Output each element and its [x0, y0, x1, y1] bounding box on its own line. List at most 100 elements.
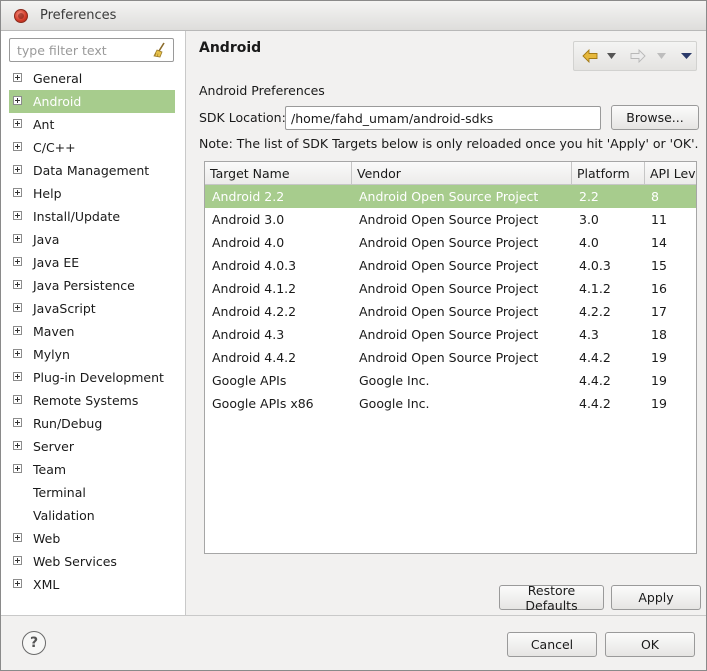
- tree-item-label: General: [33, 71, 83, 86]
- apply-button[interactable]: Apply: [611, 585, 701, 610]
- expand-icon[interactable]: [13, 165, 22, 174]
- expand-icon[interactable]: [13, 280, 22, 289]
- table-cell: Android 3.0: [212, 212, 285, 227]
- table-row[interactable]: Google APIs Google Inc. 4.4.2 19: [205, 369, 696, 392]
- tree-item[interactable]: C/C++: [1, 136, 185, 159]
- table-cell: Android Open Source Project: [359, 350, 539, 365]
- table-cell: 18: [651, 327, 667, 342]
- tree-item[interactable]: Terminal: [1, 481, 185, 504]
- expand-icon[interactable]: [13, 556, 22, 565]
- table-cell: 19: [651, 350, 667, 365]
- restore-defaults-button[interactable]: Restore Defaults: [499, 583, 604, 613]
- back-menu-icon[interactable]: [604, 42, 618, 70]
- column-header-platform[interactable]: Platform: [572, 162, 645, 185]
- table-cell: 2.2: [579, 189, 599, 204]
- tree-item[interactable]: Team: [1, 458, 185, 481]
- sdk-location-input[interactable]: [285, 106, 601, 130]
- expand-icon[interactable]: [13, 579, 22, 588]
- tree-item[interactable]: Maven: [1, 320, 185, 343]
- filter-input[interactable]: [15, 41, 145, 59]
- tree-item-label: Terminal: [33, 485, 86, 500]
- expand-icon[interactable]: [13, 349, 22, 358]
- expand-icon[interactable]: [13, 257, 22, 266]
- tree-item-label: Help: [33, 186, 62, 201]
- expand-icon[interactable]: [13, 395, 22, 404]
- expand-icon[interactable]: [13, 96, 22, 105]
- expand-icon[interactable]: [13, 73, 22, 82]
- tree-item-label: Java EE: [33, 255, 80, 270]
- tree-item-label: Maven: [33, 324, 75, 339]
- table-cell: 17: [651, 304, 667, 319]
- expand-icon[interactable]: [13, 372, 22, 381]
- table-cell: Android 4.2.2: [212, 304, 297, 319]
- back-arrow-icon[interactable]: [580, 42, 600, 70]
- table-cell: 4.4.2: [579, 373, 611, 388]
- view-menu-icon[interactable]: [678, 42, 694, 70]
- tree-item[interactable]: Validation: [1, 504, 185, 527]
- tree-item[interactable]: XML: [1, 573, 185, 596]
- table-row[interactable]: Android 4.0.3 Android Open Source Project…: [205, 254, 696, 277]
- filter-field[interactable]: [9, 38, 174, 62]
- expand-icon[interactable]: [13, 533, 22, 542]
- tree-item-label: Java: [33, 232, 60, 247]
- tree-item-label: XML: [33, 577, 60, 592]
- tree-item[interactable]: Remote Systems: [1, 389, 185, 412]
- expand-icon[interactable]: [13, 142, 22, 151]
- forward-menu-icon: [654, 42, 668, 70]
- tree-item[interactable]: Java: [1, 228, 185, 251]
- column-header-target-name[interactable]: Target Name: [205, 162, 352, 185]
- expand-icon[interactable]: [13, 418, 22, 427]
- close-icon[interactable]: [14, 8, 28, 23]
- tree-item[interactable]: Mylyn: [1, 343, 185, 366]
- tree-item[interactable]: Java Persistence: [1, 274, 185, 297]
- footer-divider: [1, 615, 706, 616]
- tree-item[interactable]: Data Management: [1, 159, 185, 182]
- expand-icon[interactable]: [13, 441, 22, 450]
- table-row[interactable]: Android 4.1.2 Android Open Source Project…: [205, 277, 696, 300]
- tree-item[interactable]: General: [1, 67, 185, 90]
- tree-item[interactable]: Run/Debug: [1, 412, 185, 435]
- tree-item[interactable]: Java EE: [1, 251, 185, 274]
- broom-icon[interactable]: [152, 42, 168, 58]
- table-cell: Google Inc.: [359, 373, 430, 388]
- tree-item[interactable]: Help: [1, 182, 185, 205]
- table-row[interactable]: Android 2.2 Android Open Source Project 2.…: [205, 185, 696, 208]
- tree-item[interactable]: Plug-in Development: [1, 366, 185, 389]
- table-cell: 4.0.3: [579, 258, 611, 273]
- tree-item[interactable]: JavaScript: [1, 297, 185, 320]
- table-cell: 4.1.2: [579, 281, 611, 296]
- expand-icon[interactable]: [13, 188, 22, 197]
- table-row[interactable]: Android 4.2.2 Android Open Source Project…: [205, 300, 696, 323]
- tree-item-label: Android: [33, 94, 82, 109]
- table-row[interactable]: Android 4.0 Android Open Source Project 4.…: [205, 231, 696, 254]
- expand-icon[interactable]: [13, 211, 22, 220]
- browse-button[interactable]: Browse...: [611, 105, 699, 130]
- column-header-vendor[interactable]: Vendor: [352, 162, 572, 185]
- expand-icon[interactable]: [13, 303, 22, 312]
- expand-icon[interactable]: [13, 119, 22, 128]
- help-icon[interactable]: ?: [22, 631, 46, 655]
- table-cell: Android 4.4.2: [212, 350, 297, 365]
- tree-item-label: Remote Systems: [33, 393, 139, 408]
- tree-item[interactable]: Install/Update: [1, 205, 185, 228]
- tree-item-label: Server: [33, 439, 74, 454]
- expand-icon[interactable]: [13, 326, 22, 335]
- ok-button[interactable]: OK: [605, 632, 695, 657]
- table-cell: 4.0: [579, 235, 599, 250]
- expand-icon[interactable]: [13, 464, 22, 473]
- tree-item[interactable]: Web Services: [1, 550, 185, 573]
- tree-item[interactable]: Ant: [1, 113, 185, 136]
- table-cell: Android Open Source Project: [359, 235, 539, 250]
- table-row[interactable]: Google APIs x86 Google Inc. 4.4.2 19: [205, 392, 696, 415]
- cancel-button[interactable]: Cancel: [507, 632, 597, 657]
- tree-item[interactable]: Web: [1, 527, 185, 550]
- tree-item[interactable]: Server: [1, 435, 185, 458]
- table-row[interactable]: Android 3.0 Android Open Source Project 3.…: [205, 208, 696, 231]
- table-row[interactable]: Android 4.4.2 Android Open Source Project…: [205, 346, 696, 369]
- tree-item-label: C/C++: [33, 140, 76, 155]
- table-row[interactable]: Android 4.3 Android Open Source Project 4.…: [205, 323, 696, 346]
- column-header-api-level[interactable]: API Lev: [645, 162, 696, 185]
- tree-item-label: Data Management: [33, 163, 150, 178]
- tree-item[interactable]: Android: [9, 90, 175, 113]
- expand-icon[interactable]: [13, 234, 22, 243]
